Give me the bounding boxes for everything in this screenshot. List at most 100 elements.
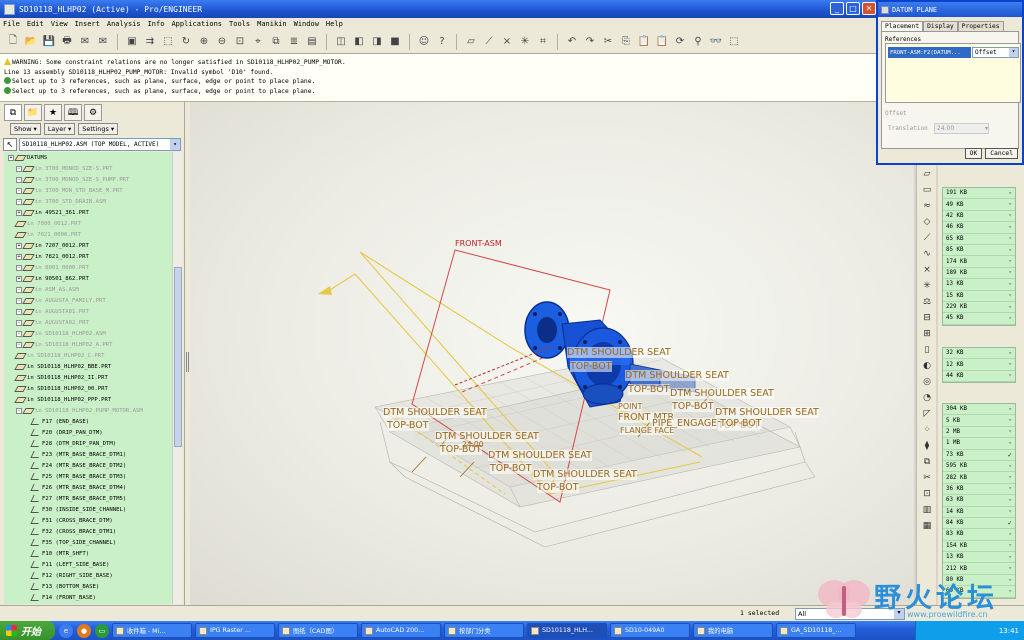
datum-label[interactable]: TOP-BOT	[628, 384, 670, 395]
expand-icon[interactable]: +	[16, 176, 22, 183]
round-icon[interactable]: ◔	[920, 391, 934, 405]
paste-special-icon[interactable]: 📋	[654, 34, 670, 50]
tree-item[interactable]: F28 (DTM_DRIP_PAN_DTM)	[4, 438, 172, 449]
csys-icon[interactable]: ✳	[920, 279, 934, 293]
menu-help[interactable]: Help	[326, 20, 343, 28]
download-icon[interactable]: ▿	[1008, 304, 1012, 311]
download-icon[interactable]: ▿	[1008, 565, 1012, 572]
active-model-dropdown[interactable]: SD10118_HLHP02.ASM (TOP MODEL, ACTIVE) ▾	[19, 138, 181, 151]
tree-item[interactable]: in SD10118_HLHP02_BBE.PRT	[4, 361, 172, 372]
download-icon[interactable]: ▿	[1008, 417, 1012, 424]
tab-display[interactable]: Display	[923, 21, 958, 31]
tree-item[interactable]: in 7000_0012.PRT	[4, 218, 172, 229]
ok-button[interactable]: OK	[964, 148, 983, 159]
revolve-icon[interactable]: ◐	[920, 359, 934, 373]
download-icon[interactable]: ▿	[1008, 554, 1012, 561]
tree-item[interactable]: F11 (LEFT_SIDE_BASE)	[4, 559, 172, 570]
taskbar-item-active[interactable]: SD10118_HLH...	[527, 623, 607, 638]
graphics-window[interactable]: FRONT-ASM DTM SHOULDER SEAT TOP-BOT DTM …	[190, 102, 914, 605]
tree-item[interactable]: + in AUGUSTA_FAMILY.PRT	[4, 295, 172, 306]
download-icon[interactable]: ▿	[1008, 235, 1012, 242]
regen-manager-icon[interactable]: ⇉	[142, 34, 158, 50]
offset-icon[interactable]: ⊡	[920, 487, 934, 501]
file-list-row[interactable]: 191 KB ▿	[943, 188, 1015, 200]
datum-plane-tool-icon[interactable]: ▱	[920, 167, 934, 181]
file-list-row[interactable]: 65 KB ▿	[943, 234, 1015, 245]
expand-icon[interactable]: +	[8, 154, 14, 161]
assemble-icon[interactable]: ⊟	[920, 311, 934, 325]
datum-label[interactable]: DTM SHOULDER SEAT	[488, 450, 592, 461]
download-icon[interactable]: ▿	[1008, 315, 1012, 322]
check-icon[interactable]: ✓	[1008, 519, 1012, 527]
download-icon[interactable]: ▿	[1008, 361, 1012, 368]
datum-label[interactable]: POINT	[618, 402, 643, 411]
tab-properties[interactable]: Properties	[957, 21, 1004, 31]
file-list-row[interactable]: 46 KB ▿	[943, 222, 1015, 234]
datum-label[interactable]: DTM SHOULDER SEAT	[435, 431, 539, 442]
tree-item[interactable]: in SD10118_HLHP02_PPP.PRT	[4, 394, 172, 405]
file-list-row[interactable]: 14 KB ▿	[943, 507, 1015, 518]
connections-tab-icon[interactable]: ⚙	[84, 104, 102, 121]
taskbar-item[interactable]: 我的电脑	[693, 623, 773, 638]
trim-icon[interactable]: ✂	[920, 471, 934, 485]
datum-point-icon[interactable]: ×	[920, 263, 934, 277]
file-list-row[interactable]: 5 KB ▿	[943, 415, 1015, 427]
download-icon[interactable]: ▿	[1008, 428, 1012, 435]
show-button[interactable]: Show ▾	[10, 123, 41, 135]
expand-icon[interactable]: +	[16, 242, 22, 249]
tree-item[interactable]: + in 3T00_STD_DRAIN.ASM	[4, 196, 172, 207]
reference-item[interactable]: FRONT-ASM:F2(DATUM...	[888, 47, 971, 58]
tree-item[interactable]: + in AUGUSTA01.PRT	[4, 306, 172, 317]
menu-insert[interactable]: Insert	[75, 20, 100, 28]
file-list-row[interactable]: 85 KB ▿	[943, 245, 1015, 257]
datum-label[interactable]: DTM SHOULDER SEAT	[383, 407, 487, 418]
tree-item[interactable]: in SD10118_HLHP02_00.PRT	[4, 383, 172, 394]
scrollbar-thumb[interactable]	[174, 267, 182, 447]
tree-item[interactable]: F27 (MTR_BASE_BRACE_DTM5)	[4, 493, 172, 504]
expand-icon[interactable]: +	[16, 198, 22, 205]
file-list-row[interactable]: 42 KB ▿	[943, 211, 1015, 223]
datum-label[interactable]: TOP-BOT	[537, 482, 579, 493]
save-icon[interactable]: 💾	[41, 34, 57, 50]
desktop-icon[interactable]: ▭	[95, 623, 109, 638]
download-icon[interactable]: ▿	[1008, 531, 1012, 538]
hole-icon[interactable]: ◎	[920, 375, 934, 389]
redo-icon[interactable]: ↷	[582, 34, 598, 50]
spin-icon[interactable]: ↻	[178, 34, 194, 50]
copy-icon[interactable]: ⎘	[618, 34, 634, 50]
datum-label[interactable]: DTM SHOULDER SEAT	[715, 407, 819, 418]
tree-item[interactable]: F23 (MTR_BASE_BRACE_DTM1)	[4, 449, 172, 460]
regenerate-icon[interactable]: ▣	[124, 34, 140, 50]
solidify-icon[interactable]: ▦	[920, 519, 934, 533]
menu-window[interactable]: Window	[294, 20, 319, 28]
menu-file[interactable]: File	[3, 20, 20, 28]
taskbar-item[interactable]: 按部门分类	[444, 623, 524, 638]
print-icon[interactable]: 🖶	[59, 34, 75, 50]
expand-icon[interactable]: +	[16, 286, 22, 293]
annotation-display-icon[interactable]: ⌗	[535, 34, 551, 50]
expand-icon[interactable]: +	[16, 308, 22, 315]
tree-item[interactable]: F20 (DRIP_PAN_DTM)	[4, 427, 172, 438]
taskbar-item[interactable]: GA_SD10118_...	[776, 623, 856, 638]
file-list-row[interactable]: 45 KB ▿	[943, 313, 1015, 325]
download-icon[interactable]: ▿	[1008, 190, 1012, 197]
tree-item[interactable]: F14 (FRONT_BASE)	[4, 592, 172, 603]
expand-icon[interactable]: +	[16, 275, 22, 282]
reorient-icon[interactable]: ⌖	[250, 34, 266, 50]
tree-item[interactable]: + in SD10118_HLHP02_A.PRT	[4, 339, 172, 350]
history-tab-icon[interactable]: 🕮	[64, 104, 82, 121]
chamfer-icon[interactable]: ◸	[920, 407, 934, 421]
file-list-row[interactable]: 282 KB ▿	[943, 472, 1015, 484]
email-link-icon[interactable]: ✉	[95, 34, 111, 50]
tree-item[interactable]: F12 (RIGHT_SIDE_BASE)	[4, 570, 172, 581]
tree-item[interactable]: + in SD10118_HLHP02.ASM	[4, 328, 172, 339]
expand-icon[interactable]: +	[16, 297, 22, 304]
tree-scrollbar[interactable]	[172, 152, 182, 604]
tree-item[interactable]: F24 (MTR_BASE_BRACE_DTM2)	[4, 460, 172, 471]
firefox-icon[interactable]: ●	[77, 623, 91, 638]
file-list-row[interactable]: 595 KB ▿	[943, 461, 1015, 473]
tab-placement[interactable]: Placement	[881, 21, 924, 31]
menu-analysis[interactable]: Analysis	[107, 20, 141, 28]
datum-label[interactable]: FRONT-ASM	[455, 239, 502, 248]
download-icon[interactable]: ▿	[1008, 269, 1012, 276]
